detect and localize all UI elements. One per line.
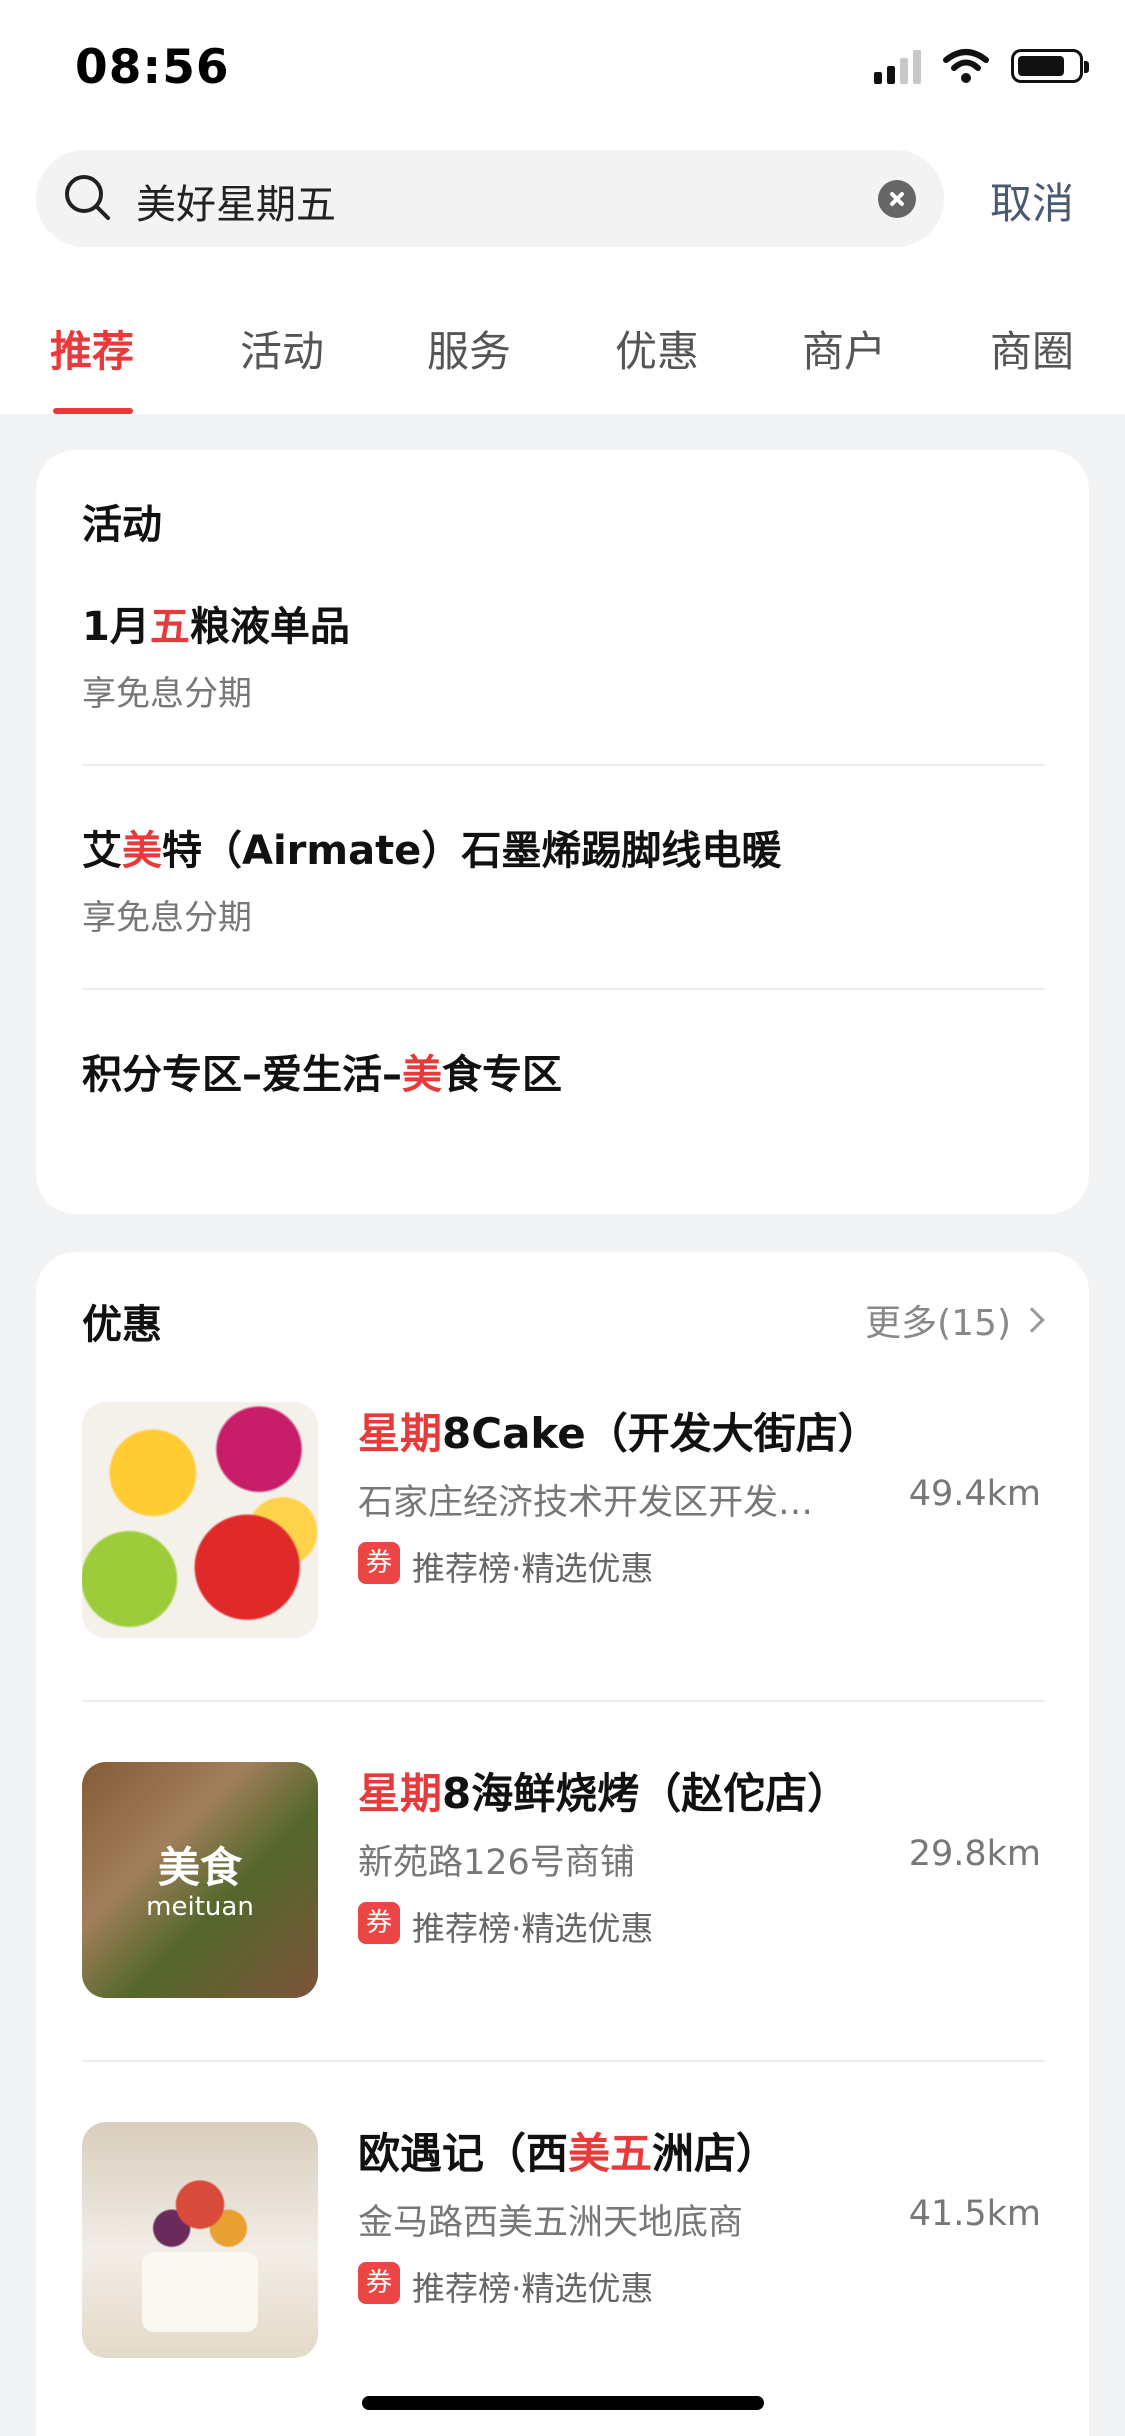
coupon-icon: 券 — [358, 1542, 400, 1584]
deal-distance: 49.4km — [908, 1474, 1041, 1514]
activity-item-title[interactable]: 1月五粮液单品 — [82, 594, 350, 652]
search-input[interactable]: 美好星期五 — [36, 150, 944, 247]
tab-merchant[interactable]: 商户 — [802, 318, 886, 379]
activity-item-title[interactable]: 艾美特（Airmate）石墨烯踢脚线电暖 — [82, 818, 781, 876]
tab-activity[interactable]: 活动 — [240, 318, 324, 379]
tab-bar: 推荐 活动 服务 优惠 商户 商圈 — [0, 318, 1125, 414]
thumbnail-title: 美食 — [157, 1843, 242, 1892]
status-icons — [874, 48, 1089, 84]
chevron-right-icon — [1019, 1307, 1045, 1333]
deal-tags: 推荐榜·精选优惠 — [412, 1909, 654, 1948]
cake-image — [142, 2252, 258, 2332]
activity-item-subtitle: 享免息分期 — [82, 898, 252, 938]
cancel-button[interactable]: 取消 — [990, 170, 1074, 231]
deals-section-title: 优惠 — [82, 1302, 162, 1348]
deal-name[interactable]: 欧遇记（西美五洲店） — [358, 2120, 778, 2181]
status-time: 08:56 — [75, 40, 230, 95]
tab-service[interactable]: 服务 — [427, 318, 511, 379]
activity-card: 活动 1月五粮液单品 享免息分期 艾美特（Airmate）石墨烯踢脚线电暖 享免… — [36, 450, 1089, 1214]
coupon-icon: 券 — [358, 2262, 400, 2304]
deal-address: 新苑路126号商铺 — [358, 1843, 635, 1883]
home-indicator — [362, 2396, 764, 2410]
deal-distance: 29.8km — [908, 1834, 1041, 1874]
search-icon — [65, 175, 110, 220]
tab-recommend[interactable]: 推荐 — [50, 318, 134, 379]
deal-thumbnail[interactable] — [82, 2122, 318, 2358]
deal-tags: 推荐榜·精选优惠 — [412, 2269, 654, 2308]
deal-tags: 推荐榜·精选优惠 — [412, 1549, 654, 1588]
tab-business-district[interactable]: 商圈 — [990, 318, 1074, 379]
thumbnail-subtitle: meituan — [146, 1892, 254, 1922]
activity-item-subtitle: 享免息分期 — [82, 674, 252, 714]
deals-card: 优惠 更多(15) 星期8Cake（开发大街店） 石家庄经济技术开发区开发… 4… — [36, 1252, 1089, 2436]
deal-thumbnail[interactable] — [82, 1402, 318, 1638]
more-deals-link[interactable]: 更多(15) — [865, 1294, 1045, 1346]
divider — [82, 988, 1044, 990]
battery-icon — [1011, 49, 1089, 83]
more-deals-label: 更多(15) — [865, 1303, 1011, 1344]
deal-address: 石家庄经济技术开发区开发… — [358, 1483, 814, 1523]
clear-icon[interactable] — [878, 180, 916, 218]
wifi-icon — [943, 49, 989, 83]
deal-thumbnail[interactable]: 美食 meituan — [82, 1762, 318, 1998]
tab-active-indicator — [53, 408, 133, 414]
deal-name[interactable]: 星期8海鲜烧烤（赵佗店） — [358, 1760, 849, 1821]
deal-name[interactable]: 星期8Cake（开发大街店） — [358, 1400, 880, 1461]
tab-discount[interactable]: 优惠 — [615, 318, 699, 379]
deal-address: 金马路西美五洲天地底商 — [358, 2203, 744, 2243]
deal-distance: 41.5km — [908, 2194, 1041, 2234]
search-query: 美好星期五 — [136, 182, 336, 228]
divider — [82, 764, 1044, 766]
coupon-icon: 券 — [358, 1902, 400, 1944]
divider — [82, 1700, 1044, 1702]
activity-item-title[interactable]: 积分专区–爱生活–美食专区 — [82, 1042, 562, 1100]
divider — [82, 2060, 1044, 2062]
signal-icon — [874, 48, 921, 84]
activity-section-title: 活动 — [82, 502, 162, 548]
